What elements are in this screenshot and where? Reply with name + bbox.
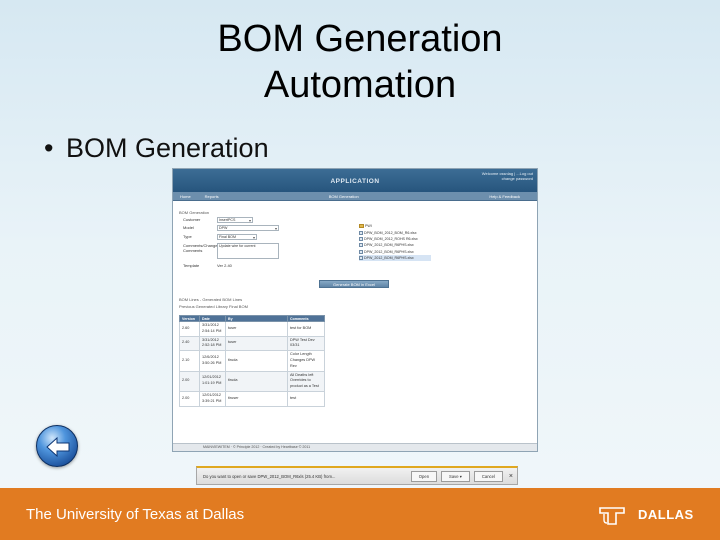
generate-bom-button[interactable]: Generate BOM in Excel xyxy=(319,280,389,288)
footer: The University of Texas at Dallas DALLAS xyxy=(0,488,720,540)
university-name: The University of Texas at Dallas xyxy=(26,506,245,523)
cell-version: 2.60 xyxy=(179,321,200,337)
save-button[interactable]: Save ▾ xyxy=(441,470,470,482)
grid-caption: BOM Lines - Generated BOM Lines xyxy=(179,297,243,302)
cell-by: tuser xyxy=(225,321,288,337)
customer-select[interactable]: InsertPCS xyxy=(217,217,253,223)
cancel-button[interactable]: Cancel xyxy=(473,470,503,482)
cell-date: 12/01/2012 1:01:19 PM xyxy=(199,370,226,392)
section-title: BOM Generation xyxy=(179,210,210,215)
slide-bullet: • BOM Generation xyxy=(44,133,269,164)
tree-root-label: PWI xyxy=(365,224,372,229)
logo-text: DALLAS xyxy=(638,507,694,522)
nav-help-feedback[interactable]: Help & Feedback xyxy=(482,194,527,199)
model-select[interactable]: DPW xyxy=(217,225,279,231)
slide-title: BOM Generation Automation xyxy=(120,16,600,108)
tree-item-selected[interactable]: DPW_2012_BOM_R6PHS.xlsx xyxy=(359,254,431,262)
excel-file-icon xyxy=(359,230,363,235)
nav-bom-generation[interactable]: BOM Generation xyxy=(322,194,366,199)
cell-version: 2.40 xyxy=(179,335,200,352)
ut-logo-icon xyxy=(599,507,625,525)
file-tree: PWI DPW_BOM_2012_BOM_R6.xlsx DPW_BOM_201… xyxy=(359,223,431,262)
model-value: DPW xyxy=(219,226,228,230)
open-button[interactable]: Open xyxy=(410,470,438,482)
tree-item-label: DPW_2012_BOM_R6PHS.xlsx xyxy=(364,243,414,248)
bom-history-table: Version Date By Comments 2.60 3/31/2012 … xyxy=(179,315,325,407)
cell-comments: DPW Test Dev 03/31 xyxy=(287,335,325,352)
app-header: APPLICATION Welcome cssnlag | ...Log out… xyxy=(173,169,537,192)
nav-home[interactable]: Home xyxy=(173,194,198,199)
user-area: Welcome cssnlag | ...Log out change pass… xyxy=(482,171,533,181)
type-label: Type xyxy=(183,234,192,239)
table-row[interactable]: 2.60 3/31/2012 2:54:14 PM tuser test for… xyxy=(179,321,325,337)
table-row[interactable]: 2.00 12/01/2012 1:01:19 PM tiruda All De… xyxy=(179,370,325,392)
template-radio[interactable]: Ver 2.40 xyxy=(217,263,232,269)
app-screenshot: APPLICATION Welcome cssnlag | ...Log out… xyxy=(172,168,538,452)
customer-value: InsertPCS xyxy=(219,218,236,222)
cell-version: 2.00 xyxy=(179,390,200,407)
tree-item-label: DPW_BOM_2012_ROHS R6.xlsx xyxy=(364,236,418,241)
type-select[interactable]: Final BOM xyxy=(217,234,257,240)
bullet-dot: • xyxy=(44,133,54,163)
app-nav: Home Reports BOM Generation Help & Feedb… xyxy=(173,192,537,201)
app-status-bar: MAINVIEWITEM · © Principle 2012 · Create… xyxy=(173,443,537,451)
slide-title-line2: Automation xyxy=(263,64,457,106)
table-row[interactable]: 2.00 12/01/2012 3:39:21 PM tiruser test xyxy=(179,390,325,407)
model-label: Model xyxy=(183,225,194,230)
type-value: Final BOM xyxy=(219,235,236,239)
cell-comments: test for BOM xyxy=(287,321,325,337)
cell-comments: Color Length Changes DPW Rev xyxy=(287,350,325,372)
close-icon[interactable]: × xyxy=(509,473,513,480)
cell-date: 3/31/2012 2:52:18 PM xyxy=(199,335,226,352)
change-password-link[interactable]: change password xyxy=(482,176,533,181)
cell-by: tuser xyxy=(225,335,288,352)
back-arrow-icon xyxy=(46,436,70,458)
cell-by: tiruda xyxy=(225,370,288,392)
ut-dallas-logo: DALLAS xyxy=(598,502,698,528)
cell-date: 12/6/2012 3:50:26 PM xyxy=(199,350,226,372)
folder-icon xyxy=(359,224,364,229)
back-button[interactable] xyxy=(36,425,78,467)
cell-date: 12/01/2012 3:39:21 PM xyxy=(199,390,226,407)
grid-subcaption: Previous Generated Library Final BOM xyxy=(179,304,248,309)
cell-version: 2.10 xyxy=(179,350,200,372)
download-prompt: Do you want to open or save DPW_2012_BOM… xyxy=(203,473,336,479)
nav-reports[interactable]: Reports xyxy=(198,194,226,199)
comments-label: Comments/Change Comments xyxy=(183,243,218,253)
download-bar: Do you want to open or save DPW_2012_BOM… xyxy=(196,466,518,485)
comments-value: Update wire for current xyxy=(219,244,256,248)
comments-textarea[interactable]: Update wire for current xyxy=(217,243,279,259)
excel-file-icon xyxy=(359,256,363,261)
cell-by: tiruser xyxy=(225,390,288,407)
template-value: Ver 2.40 xyxy=(217,263,232,268)
bullet-text: BOM Generation xyxy=(66,133,269,163)
cell-by: tiruda xyxy=(225,350,288,372)
tree-item-label: DPW_BOM_2012_BOM_R6.xlsx xyxy=(364,230,417,235)
tree-item-label: DPW_2012_BOM_R6PHS.xlsx xyxy=(364,249,414,254)
table-row[interactable]: 2.10 12/6/2012 3:50:26 PM tiruda Color L… xyxy=(179,350,325,372)
cell-date: 3/31/2012 2:54:14 PM xyxy=(199,321,226,337)
slide-title-line1: BOM Generation xyxy=(217,18,503,60)
excel-file-icon xyxy=(359,249,363,254)
excel-file-icon xyxy=(359,243,363,248)
table-row[interactable]: 2.40 3/31/2012 2:52:18 PM tuser DPW Test… xyxy=(179,335,325,352)
cell-version: 2.00 xyxy=(179,370,200,392)
excel-file-icon xyxy=(359,236,363,241)
template-label: Template xyxy=(183,263,200,268)
cell-comments: test xyxy=(287,390,325,407)
customer-label: Customer xyxy=(183,217,201,222)
tree-item-label: DPW_2012_BOM_R6PHS.xlsx xyxy=(364,256,414,261)
cell-comments: All Deaths left Overrides to product as … xyxy=(287,370,325,392)
